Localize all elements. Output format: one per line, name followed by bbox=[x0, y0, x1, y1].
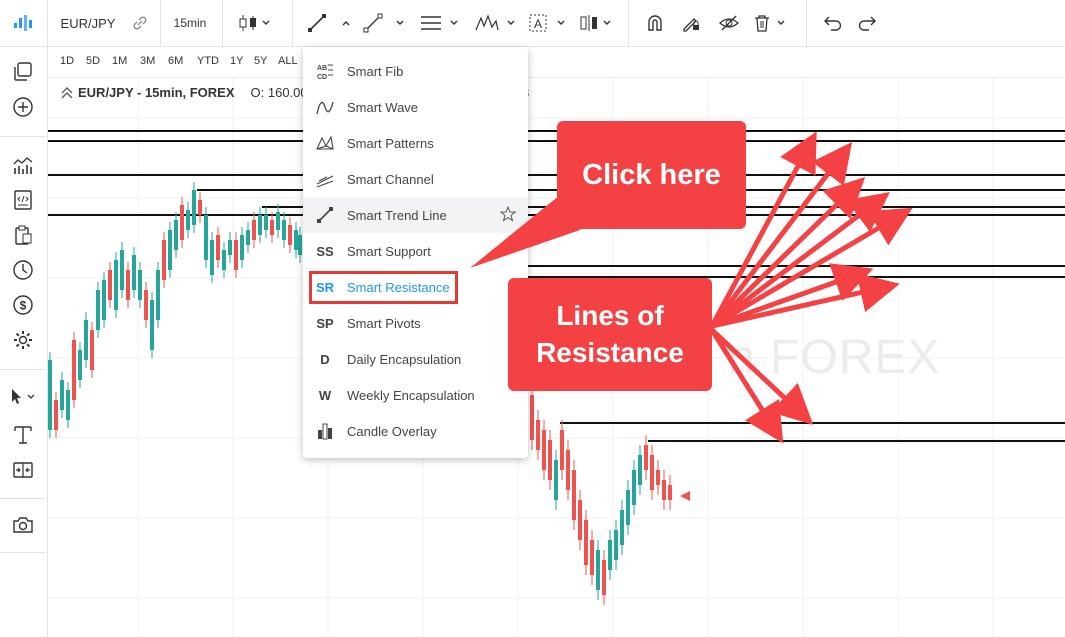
lines-of-resistance-callout: Lines of Resistance bbox=[508, 278, 712, 391]
click-here-callout: Click here bbox=[557, 121, 746, 229]
resistance-text: Resistance bbox=[536, 336, 684, 368]
lines-of-text: Lines of bbox=[556, 300, 664, 332]
click-here-text: Click here bbox=[582, 158, 721, 191]
